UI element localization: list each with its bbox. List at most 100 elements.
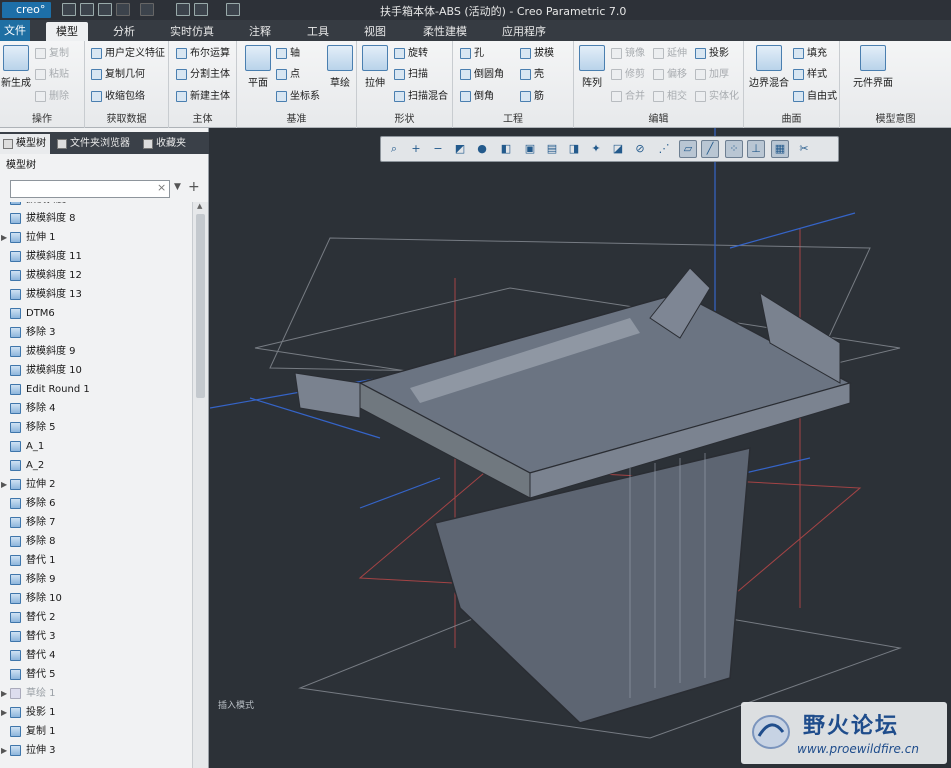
datum-display-filter-icon[interactable]: ⋰ xyxy=(655,140,673,158)
tab-flexible-modeling[interactable]: 柔性建模 xyxy=(414,22,476,41)
freestyle-button[interactable]: 自由式 xyxy=(792,88,837,105)
mirror-button[interactable]: 镜像 xyxy=(610,45,645,62)
udf-button[interactable]: 用户定义特征 xyxy=(90,45,165,62)
tree-item[interactable]: 拔模斜度 8 xyxy=(0,209,192,228)
tree-item[interactable]: 拔模斜度 7 xyxy=(0,202,192,209)
group-label-datum[interactable]: 基准 xyxy=(237,113,356,126)
tree-item[interactable]: ▶ 草绘 1 xyxy=(0,684,192,703)
expand-arrow-icon[interactable]: ▶ xyxy=(1,741,7,760)
tree-item[interactable]: A_1 xyxy=(0,437,192,456)
axis-button[interactable]: 轴 xyxy=(275,45,300,62)
group-label-get-data[interactable]: 获取数据 xyxy=(85,113,168,126)
chamfer-button[interactable]: 倒角 xyxy=(459,88,494,105)
tab-view[interactable]: 视图 xyxy=(355,22,395,41)
annotation-icon[interactable]: ▦ xyxy=(771,140,789,158)
scroll-up-icon[interactable]: ▲ xyxy=(197,202,202,210)
scrollbar-thumb[interactable] xyxy=(196,214,205,398)
tree-item[interactable]: 移除 5 xyxy=(0,418,192,437)
copy-button[interactable]: 复制 xyxy=(34,45,69,62)
tree-item[interactable]: 复制 1 xyxy=(0,722,192,741)
regenerate-icon[interactable] xyxy=(176,3,190,16)
swept-blend-button[interactable]: 扫描混合 xyxy=(393,88,448,105)
tab-folder-browser[interactable]: 文件夹浏览器 xyxy=(54,134,136,154)
tree-item[interactable]: 移除 9 xyxy=(0,570,192,589)
clear-search-icon[interactable]: × xyxy=(157,181,166,194)
tree-item[interactable]: DTM6 xyxy=(0,304,192,323)
group-label-engineering[interactable]: 工程 xyxy=(453,113,573,126)
tree-item[interactable]: 移除 3 xyxy=(0,323,192,342)
tab-analysis[interactable]: 分析 xyxy=(104,22,144,41)
thicken-button[interactable]: 加厚 xyxy=(694,66,729,83)
search-dropdown-icon[interactable]: ▼ xyxy=(174,182,181,192)
merge-button[interactable]: 合并 xyxy=(610,88,645,105)
view-normal-icon[interactable]: ⊘ xyxy=(631,140,649,158)
tree-item[interactable]: Edit Round 1 xyxy=(0,380,192,399)
new-file-icon[interactable] xyxy=(62,3,76,16)
project-button[interactable]: 投影 xyxy=(694,45,729,62)
tree-item[interactable]: 拔模斜度 9 xyxy=(0,342,192,361)
csys-display-icon[interactable]: ⊥ xyxy=(747,140,765,158)
axis-display-icon[interactable]: ╱ xyxy=(701,140,719,158)
tab-annotate[interactable]: 注释 xyxy=(240,22,280,41)
expand-arrow-icon[interactable]: ▶ xyxy=(1,684,7,703)
spin-center-icon[interactable]: ◪ xyxy=(609,140,627,158)
windows-icon[interactable] xyxy=(194,3,208,16)
component-interface-button[interactable]: 元件界面 xyxy=(848,45,898,89)
sweep-button[interactable]: 扫描 xyxy=(393,66,428,83)
tree-item[interactable]: ▶ 拉伸 1 xyxy=(0,228,192,247)
tree-item[interactable]: ▶ 投影 1 xyxy=(0,703,192,722)
redo-icon[interactable] xyxy=(140,3,154,16)
draft-button[interactable]: 拔模 xyxy=(519,45,554,62)
group-label-body[interactable]: 主体 xyxy=(169,113,236,126)
coordinate-system-button[interactable]: 坐标系 xyxy=(275,88,320,105)
point-display-icon[interactable]: ⁘ xyxy=(725,140,743,158)
offset-button[interactable]: 偏移 xyxy=(652,66,687,83)
refit-icon[interactable]: ⌕ xyxy=(385,140,403,158)
tab-applications[interactable]: 应用程序 xyxy=(494,22,554,41)
graphics-viewport[interactable] xyxy=(210,128,951,768)
shrinkwrap-button[interactable]: 收缩包络 xyxy=(90,88,145,105)
split-body-button[interactable]: 分割主体 xyxy=(175,66,230,83)
tree-item[interactable]: 拔模斜度 12 xyxy=(0,266,192,285)
tree-settings-icon[interactable] xyxy=(121,159,201,173)
tree-item[interactable]: 替代 2 xyxy=(0,608,192,627)
display-style-icon[interactable]: ● xyxy=(473,140,491,158)
expand-arrow-icon[interactable]: ▶ xyxy=(1,703,7,722)
regenerate-button[interactable]: 新生成 xyxy=(0,45,32,89)
undo-icon[interactable] xyxy=(116,3,130,16)
plane-display-icon[interactable]: ▱ xyxy=(679,140,697,158)
tree-item[interactable]: 拔模斜度 11 xyxy=(0,247,192,266)
section-icon[interactable]: ◨ xyxy=(565,140,583,158)
spin-icon[interactable]: ✂ xyxy=(795,140,813,158)
expand-arrow-icon[interactable]: ▶ xyxy=(1,475,7,494)
fill-button[interactable]: 填充 xyxy=(792,45,827,62)
group-label-editing[interactable]: 编辑 xyxy=(574,113,743,126)
point-button[interactable]: 点 xyxy=(275,66,300,83)
open-file-icon[interactable] xyxy=(80,3,94,16)
repaint-icon[interactable]: ◩ xyxy=(451,140,469,158)
tree-item[interactable]: ▶ 拉伸 3 xyxy=(0,741,192,760)
tree-item[interactable]: 替代 5 xyxy=(0,665,192,684)
paste-button[interactable]: 粘贴 xyxy=(34,66,69,83)
style-button[interactable]: 样式 xyxy=(792,66,827,83)
extrude-button[interactable]: 拉伸 xyxy=(360,45,390,89)
boundary-blend-button[interactable]: 边界混合 xyxy=(748,45,790,89)
save-icon[interactable] xyxy=(98,3,112,16)
close-window-icon[interactable] xyxy=(226,3,240,16)
add-icon[interactable]: + xyxy=(188,179,200,195)
tree-item[interactable]: 拔模斜度 10 xyxy=(0,361,192,380)
trim-button[interactable]: 修剪 xyxy=(610,66,645,83)
tree-scrollbar[interactable]: ▲ xyxy=(192,202,208,768)
delete-button[interactable]: 删除 xyxy=(34,88,69,105)
tree-item[interactable]: 替代 4 xyxy=(0,646,192,665)
tree-item[interactable]: 移除 6 xyxy=(0,494,192,513)
pattern-button[interactable]: 阵列 xyxy=(578,45,606,89)
tree-item[interactable]: 移除 4 xyxy=(0,399,192,418)
extend-button[interactable]: 延伸 xyxy=(652,45,687,62)
boolean-button[interactable]: 布尔运算 xyxy=(175,45,230,62)
view-manager-icon[interactable]: ▣ xyxy=(521,140,539,158)
solidify-button[interactable]: 实体化 xyxy=(694,88,739,105)
zoom-out-icon[interactable]: − xyxy=(429,140,447,158)
tree-item[interactable]: 拔模斜度 13 xyxy=(0,285,192,304)
hole-button[interactable]: 孔 xyxy=(459,45,484,62)
